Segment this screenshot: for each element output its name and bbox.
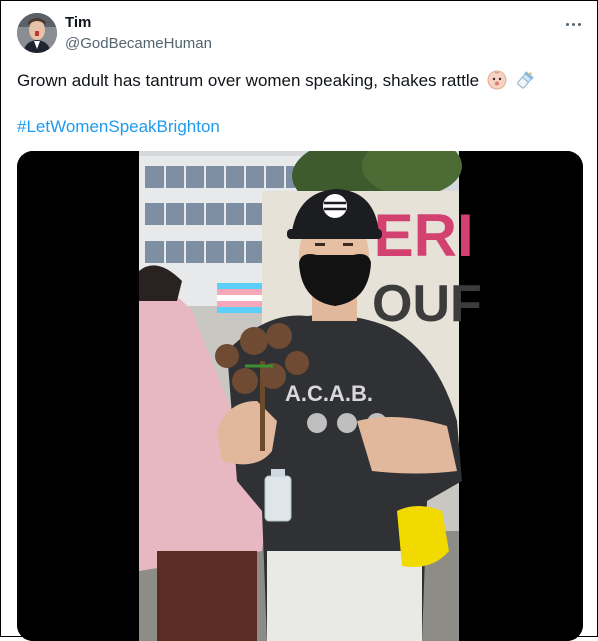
sign-text-mid: OUF	[372, 275, 482, 333]
tweet-text: Grown adult has tantrum over women speak…	[17, 68, 537, 96]
author-handle[interactable]: @GodBecameHuman	[65, 35, 212, 52]
cap-logo	[323, 194, 347, 218]
tweet-text-body: Grown adult has tantrum over women speak…	[17, 71, 480, 90]
baby-bottle-icon	[515, 68, 537, 96]
tweet-card: Tim @GodBecameHuman Grown adult has tant…	[0, 0, 598, 641]
shirt-text: A.C.A.B.	[285, 381, 373, 406]
author-name[interactable]: Tim	[65, 14, 91, 31]
trans-flag	[217, 283, 262, 313]
tweet-video[interactable]: TERI OUF A.C.A.B.	[17, 151, 583, 641]
author-avatar[interactable]	[17, 13, 57, 53]
video-frame: TERI OUF A.C.A.B.	[139, 151, 482, 641]
more-options-icon[interactable]	[559, 13, 587, 35]
hashtag-link[interactable]: #LetWomenSpeakBrighton	[17, 116, 220, 138]
baby-face-icon	[487, 70, 507, 96]
